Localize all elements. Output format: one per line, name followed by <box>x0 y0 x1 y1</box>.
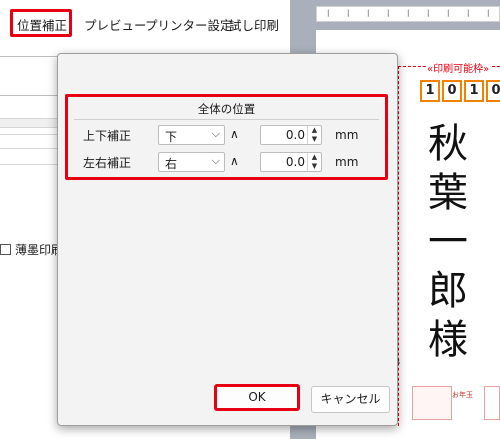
vertical-unit-label: mm <box>335 128 359 142</box>
vertical-direction-select[interactable]: 下 ⌵ <box>158 125 225 145</box>
position-correction-dialog: 全体の位置 上下補正 下 ⌵ ∧ 0.0 ▲ ▼ mm 左右補正 右 ⌵ ∧ 0… <box>57 53 398 426</box>
stepper-buttons: ▲ ▼ <box>307 153 321 171</box>
group-divider <box>74 119 379 120</box>
chevron-down-icon: ⌵ <box>211 127 220 140</box>
vertical-direction-value: 下 <box>165 130 178 144</box>
stepper-down-icon[interactable]: ▼ <box>308 135 321 144</box>
preview-ruler: | | | | | | | | | <box>316 6 500 22</box>
postal-digit: 0 <box>442 80 462 102</box>
horizontal-unit-label: mm <box>335 155 359 169</box>
group-title: 全体の位置 <box>197 102 256 116</box>
cancel-button[interactable]: キャンセル <box>311 386 390 413</box>
recipient-char: 葉 <box>428 170 468 216</box>
menu-bar: 位置補正 プレビュー プリンター設定 試し印刷 <box>0 0 290 44</box>
stepper-buttons: ▲ ▼ <box>307 126 321 144</box>
horizontal-offset-stepper[interactable]: 0.0 ▲ ▼ <box>260 152 322 172</box>
left-panel-field[interactable] <box>0 56 59 96</box>
postal-digit: 0 <box>486 80 500 102</box>
postal-code-boxes: 1 0 1 0 <box>420 80 500 102</box>
chevron-down-icon: ⌵ <box>211 154 220 167</box>
left-panel-divider <box>0 134 58 135</box>
left-panel-divider <box>0 148 58 149</box>
left-panel-header-band <box>0 118 58 128</box>
vertical-correction-label: 上下補正 <box>83 129 132 143</box>
horizontal-direction-select[interactable]: 右 ⌵ <box>158 152 225 172</box>
left-panel-divider <box>0 164 58 165</box>
recipient-char: 郎 <box>428 268 468 314</box>
printable-area-label: «印刷可能枠» <box>426 60 491 75</box>
menu-test-print[interactable]: 試し印刷 <box>229 15 279 34</box>
horizontal-direction-value: 右 <box>165 157 178 171</box>
vertical-offset-stepper[interactable]: 0.0 ▲ ▼ <box>260 125 322 145</box>
light-ink-print-option[interactable]: 薄墨印刷 <box>0 241 63 258</box>
stepper-down-icon[interactable]: ▼ <box>308 162 321 171</box>
stepper-up-icon[interactable]: ▲ <box>308 153 321 162</box>
caret-up-icon: ∧ <box>230 127 239 141</box>
postal-digit: 1 <box>420 80 440 102</box>
recipient-char: 様 <box>428 317 468 363</box>
light-ink-checkbox[interactable] <box>0 244 11 255</box>
menu-printer-settings[interactable]: プリンター設定 <box>145 15 233 34</box>
light-ink-label: 薄墨印刷 <box>15 243 64 257</box>
menu-preview[interactable]: プレビュー <box>84 15 147 34</box>
ok-button[interactable]: OK <box>214 384 300 411</box>
postal-digit: 1 <box>464 80 484 102</box>
stamp-right-frame <box>484 386 500 420</box>
overall-position-group: 全体の位置 上下補正 下 ⌵ ∧ 0.0 ▲ ▼ mm 左右補正 右 ⌵ ∧ 0… <box>65 94 388 180</box>
stepper-up-icon[interactable]: ▲ <box>308 126 321 135</box>
lottery-stamp-text: お年玉 <box>452 391 473 399</box>
recipient-name: 秋 葉 一 郎 様 <box>428 120 468 365</box>
menu-position-correction[interactable]: 位置補正 <box>10 9 72 37</box>
recipient-char: 一 <box>428 219 468 265</box>
lottery-stamp-image <box>412 386 452 420</box>
horizontal-offset-value: 0.0 <box>285 155 305 169</box>
caret-up-icon: ∧ <box>230 154 239 168</box>
vertical-offset-value: 0.0 <box>285 128 305 142</box>
horizontal-correction-label: 左右補正 <box>83 156 132 170</box>
recipient-char: 秋 <box>428 121 468 167</box>
